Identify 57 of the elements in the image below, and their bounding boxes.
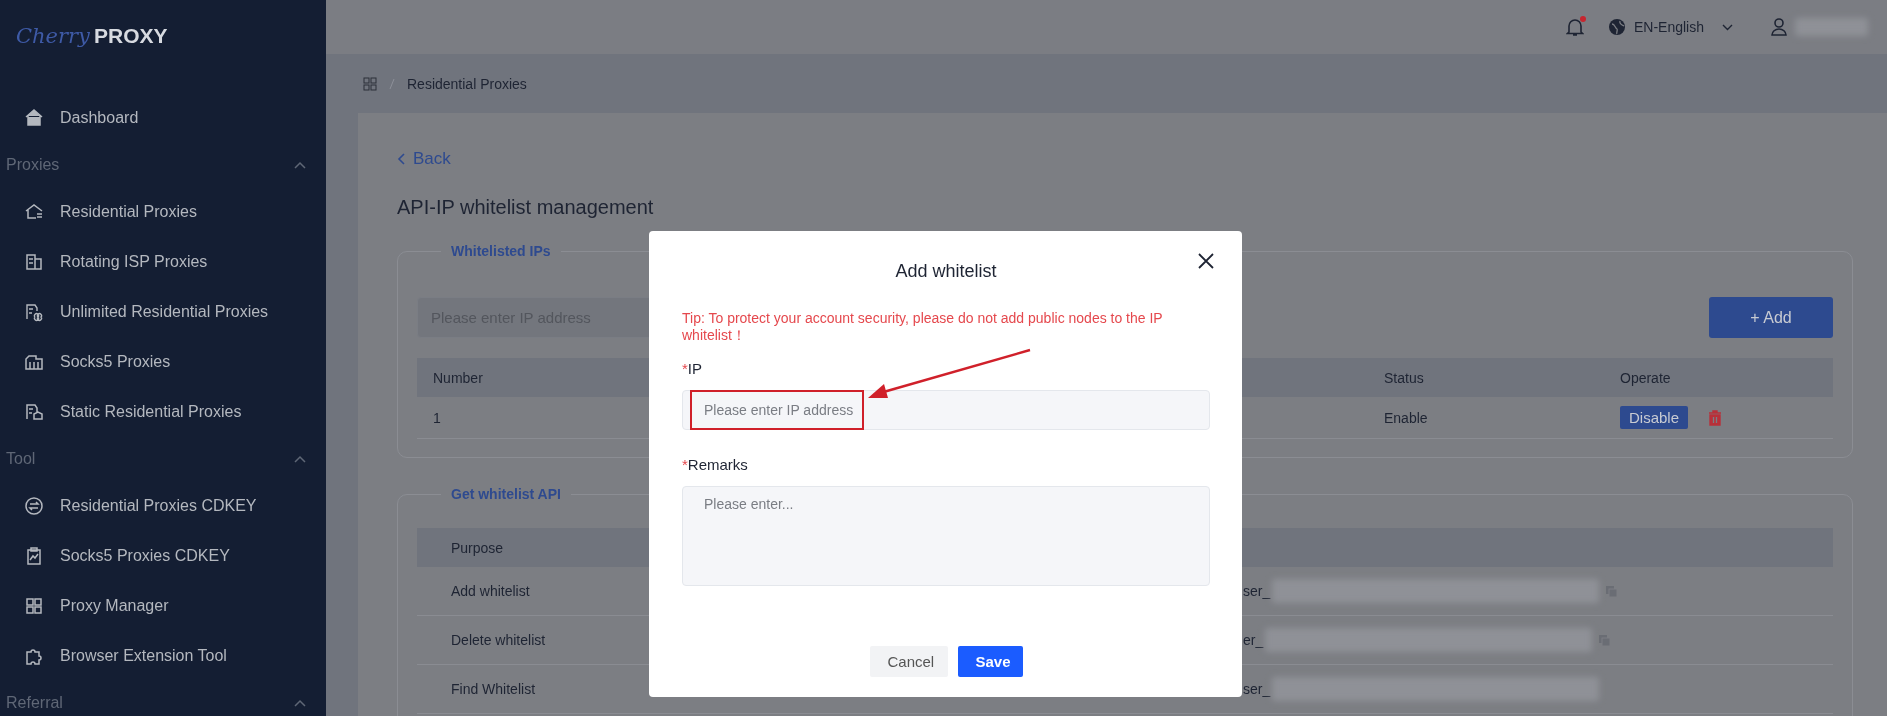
section-label: Referral <box>6 694 63 712</box>
field-label: IP <box>687 360 703 377</box>
breadcrumb-separator-icon <box>389 77 395 90</box>
dialog-title: Add whitelist <box>895 260 997 282</box>
chevron-up-icon[interactable] <box>294 699 306 707</box>
ip-field[interactable]: Please enter IP address <box>682 390 1210 430</box>
card-title: Whitelisted IPs <box>450 243 552 259</box>
puzzle-icon <box>24 646 44 666</box>
language-selector[interactable]: EN-English <box>1607 18 1733 36</box>
disable-button[interactable]: Disable <box>1620 406 1689 429</box>
sidebar-item[interactable]: Browser Extension Tool <box>0 631 326 681</box>
sidebar-item[interactable]: Socks5 Proxies <box>0 337 326 387</box>
sidebar-item[interactable]: Proxy Manager <box>0 581 326 631</box>
add-button[interactable]: + Add <box>1709 297 1833 338</box>
required-mark: * <box>682 360 688 377</box>
home-icon <box>24 108 44 128</box>
table-cell: er_ <box>1243 632 1264 648</box>
field-label: Remarks <box>687 456 748 473</box>
building-icon <box>24 352 44 372</box>
sidebar-item[interactable]: Socks5 Proxies CDKEY <box>0 531 326 581</box>
required-mark: * <box>682 456 688 473</box>
sidebar-item[interactable]: Dashboard <box>0 93 326 143</box>
column-header: Status <box>1368 358 1604 397</box>
house-icon <box>24 202 44 222</box>
globe-icon <box>1607 18 1626 36</box>
save-button[interactable]: Save <box>957 646 1023 677</box>
sidebar-item[interactable]: Static Residential Proxies <box>0 387 326 437</box>
sidebar-item[interactable]: Unlimited Residential Proxies <box>0 287 326 337</box>
card-title: Get whitelist API <box>450 486 562 502</box>
chevron-down-icon <box>1722 23 1733 31</box>
sidebar-item[interactable]: Residential Proxies <box>0 187 326 237</box>
cancel-button[interactable]: Cancel <box>869 646 948 677</box>
remarks-field[interactable]: Please enter... <box>682 486 1210 586</box>
chevron-up-icon[interactable] <box>294 161 306 169</box>
user-icon[interactable] <box>1771 18 1787 36</box>
section-label: Tool <box>6 450 36 468</box>
building-icon <box>24 252 44 272</box>
logo-brand: Cherry <box>16 24 90 48</box>
exchange-icon <box>24 496 44 516</box>
table-cell: ser_ <box>1243 681 1271 697</box>
sidebar-item[interactable]: Rotating ISP Proxies <box>0 237 326 287</box>
page-title: API-IP whitelist management <box>397 195 655 220</box>
section-label: Proxies <box>6 156 60 174</box>
chevron-up-icon[interactable] <box>294 455 306 463</box>
document-icon <box>24 302 44 322</box>
table-cell: ser_ <box>1243 583 1271 599</box>
grid-icon[interactable] <box>363 76 377 91</box>
table-cell: Enable <box>1368 397 1604 439</box>
sidebar-item[interactable]: Residential Proxies CDKEY <box>0 481 326 531</box>
close-icon[interactable] <box>1198 253 1214 269</box>
document-icon <box>24 402 44 422</box>
bell-icon[interactable] <box>1565 17 1584 37</box>
chevron-left-icon <box>397 153 405 165</box>
column-header: Operate <box>1604 358 1833 397</box>
clipboard-icon <box>24 546 44 566</box>
logo-text: PROXY <box>93 24 168 48</box>
grid-icon <box>24 596 44 616</box>
